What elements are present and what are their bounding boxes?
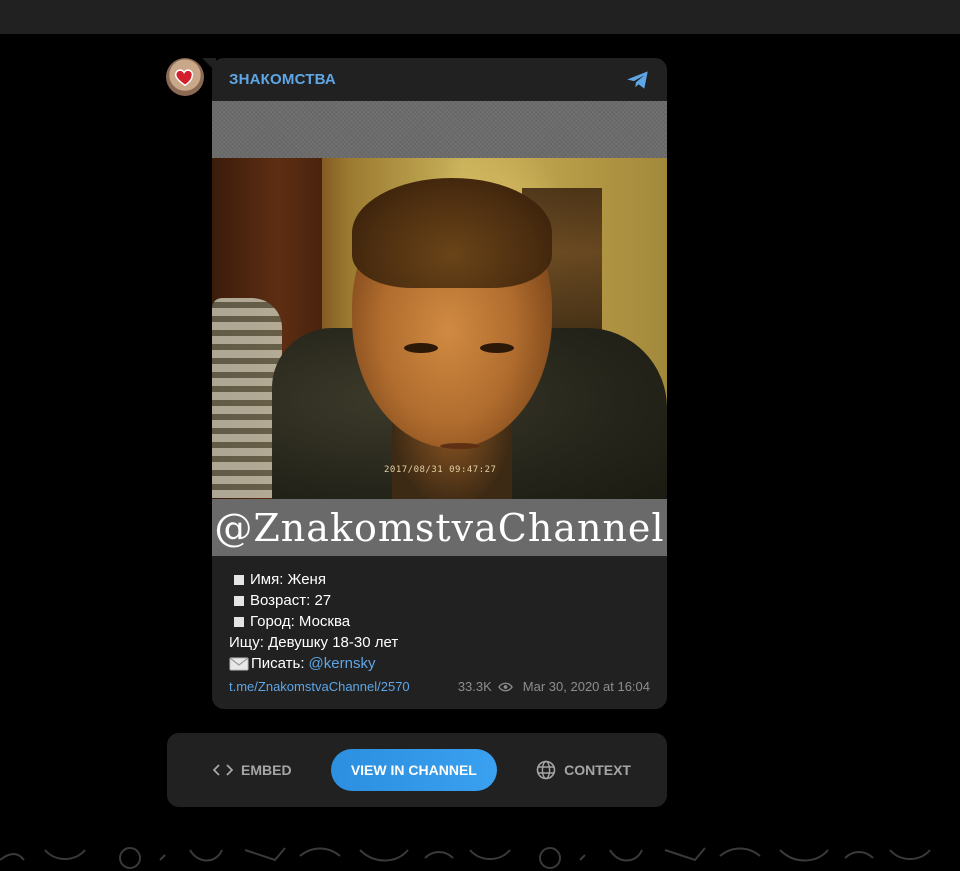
envelope-icon [229, 657, 249, 670]
views-eye-icon [497, 682, 513, 691]
photo-timestamp: 2017/08/31 09:47:27 [384, 465, 497, 475]
top-bar [0, 0, 960, 34]
telegram-icon[interactable] [625, 67, 651, 93]
views-count: 33.3K [457, 679, 492, 694]
channel-avatar[interactable] [166, 58, 204, 96]
post-card: ЗНАКОМСТВА 2017/08/31 09:47:27 @Znakomst… [212, 58, 667, 709]
embed-label: EMBED [241, 762, 292, 778]
photo-watermark: @ZnakomstvaChannel [214, 505, 665, 550]
bullet-square-icon [234, 574, 244, 585]
heart-icon [175, 69, 194, 87]
contact-mention-link[interactable]: @kernsky [309, 653, 376, 674]
photo-person-hair [352, 178, 552, 288]
post-footer: t.me/ZnakomstvaChannel/2570 33.3K Mar 30… [229, 679, 650, 694]
post-line-name: Имя: Женя [250, 571, 326, 588]
context-button[interactable]: CONTEXT [536, 760, 631, 780]
photo-eye-right [480, 343, 514, 353]
post-photo[interactable]: 2017/08/31 09:47:27 @ZnakomstvaChannel [212, 101, 667, 556]
bullet-square-icon [234, 616, 244, 627]
bullet-square-icon [234, 595, 244, 606]
action-bar: EMBED VIEW IN CHANNEL CONTEXT [167, 733, 667, 807]
background-doodle-pattern [0, 847, 931, 869]
embed-button[interactable]: EMBED [213, 762, 292, 778]
photo-mouth [440, 443, 480, 449]
view-in-channel-button[interactable]: VIEW IN CHANNEL [330, 749, 497, 791]
code-brackets-icon [213, 764, 233, 776]
post-line: Имя: Женя [229, 569, 398, 590]
post-text: Имя: Женя Возраст: 27 Город: Москва Ищу:… [229, 569, 398, 674]
globe-icon [536, 760, 556, 780]
photo-top-band [212, 101, 667, 158]
post-line-seeking: Ищу: Девушку 18-30 лет [229, 634, 399, 651]
watermark-band: @ZnakomstvaChannel [212, 499, 667, 556]
post-meta: 33.3K Mar 30, 2020 at 16:04 [458, 679, 650, 694]
channel-name[interactable]: ЗНАКОМСТВА [229, 71, 336, 88]
photo-scene: 2017/08/31 09:47:27 [212, 158, 667, 508]
post-line: Ищу: Девушку 18-30 лет [229, 632, 398, 653]
post-date: Mar 30, 2020 at 16:04 [522, 679, 650, 694]
context-label: CONTEXT [564, 762, 631, 778]
post-contact-line: Писать: @kernsky [229, 653, 398, 674]
post-link[interactable]: t.me/ZnakomstvaChannel/2570 [229, 679, 410, 694]
photo-eye-left [404, 343, 438, 353]
post-line: Возраст: 27 [229, 590, 398, 611]
post-header: ЗНАКОМСТВА [212, 58, 667, 101]
contact-label: Писать: [251, 655, 305, 672]
post-line: Город: Москва [229, 611, 398, 632]
post-line-age: Возраст: 27 [250, 592, 332, 609]
post-line-city: Город: Москва [250, 613, 351, 630]
